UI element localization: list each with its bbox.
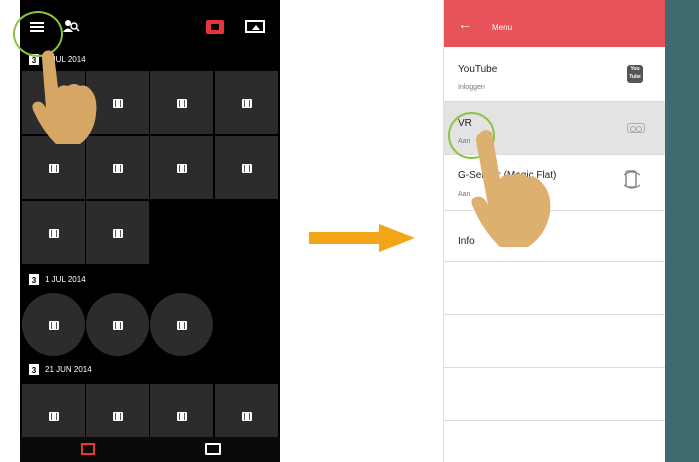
calendar-icon: 3 — [29, 363, 39, 375]
video-thumbnail[interactable] — [150, 71, 213, 134]
film-icon — [112, 411, 123, 421]
video-thumbnail[interactable] — [215, 136, 278, 199]
film-icon — [48, 320, 59, 330]
arrow-right-icon — [309, 224, 415, 252]
film-icon — [112, 98, 123, 108]
menu-title: Menu — [492, 23, 513, 32]
video-thumbnail[interactable] — [86, 201, 149, 264]
video-thumbnail-round[interactable] — [22, 293, 85, 356]
video-thumbnail[interactable] — [150, 136, 213, 199]
film-icon — [48, 163, 59, 173]
bottom-tab-bar — [20, 437, 280, 462]
menu-divider-empty — [444, 315, 665, 368]
film-icon — [176, 411, 187, 421]
film-icon — [241, 411, 252, 421]
date-header: 3 21 JUN 2014 — [29, 362, 92, 376]
film-icon — [241, 163, 252, 173]
back-arrow-icon[interactable]: ← — [458, 16, 472, 32]
youtube-icon: You Tube — [627, 65, 643, 83]
film-icon — [241, 98, 252, 108]
vr-headset-icon — [627, 123, 645, 133]
camera-icon[interactable] — [206, 20, 224, 34]
menu-header: ← Menu — [444, 0, 665, 47]
menu-divider-empty — [444, 262, 665, 315]
menu-item-subtitle: Inloggen — [458, 84, 485, 91]
film-icon[interactable] — [81, 443, 95, 455]
video-thumbnail-round[interactable] — [150, 293, 213, 356]
film-icon — [48, 411, 59, 421]
menu-divider-empty — [444, 368, 665, 421]
film-icon — [112, 228, 123, 238]
date-header: 3 1 JUL 2014 — [29, 272, 86, 286]
g-sensor-icon — [624, 170, 640, 189]
menu-list: YouTube Inloggen You Tube VR Aan G-Senso… — [444, 47, 665, 462]
film-icon — [112, 163, 123, 173]
people-icon[interactable] — [62, 18, 80, 34]
image-icon[interactable] — [205, 443, 221, 455]
calendar-icon: 3 — [29, 273, 39, 285]
pointing-hand-icon — [32, 50, 97, 144]
menu-item-title: YouTube — [458, 64, 498, 75]
date-label: 21 JUN 2014 — [45, 364, 92, 374]
menu-item-youtube[interactable]: YouTube Inloggen You Tube — [444, 47, 665, 102]
film-icon — [176, 163, 187, 173]
film-icon — [176, 320, 187, 330]
video-thumbnail[interactable] — [22, 201, 85, 264]
drawer-scrim[interactable] — [665, 0, 699, 462]
video-thumbnail[interactable] — [215, 71, 278, 134]
image-icon[interactable] — [245, 20, 265, 33]
film-icon — [112, 320, 123, 330]
film-icon — [176, 98, 187, 108]
date-label: 1 JUL 2014 — [45, 274, 86, 284]
video-thumbnail-round[interactable] — [86, 293, 149, 356]
pointing-hand-icon — [471, 130, 551, 247]
film-icon — [48, 228, 59, 238]
